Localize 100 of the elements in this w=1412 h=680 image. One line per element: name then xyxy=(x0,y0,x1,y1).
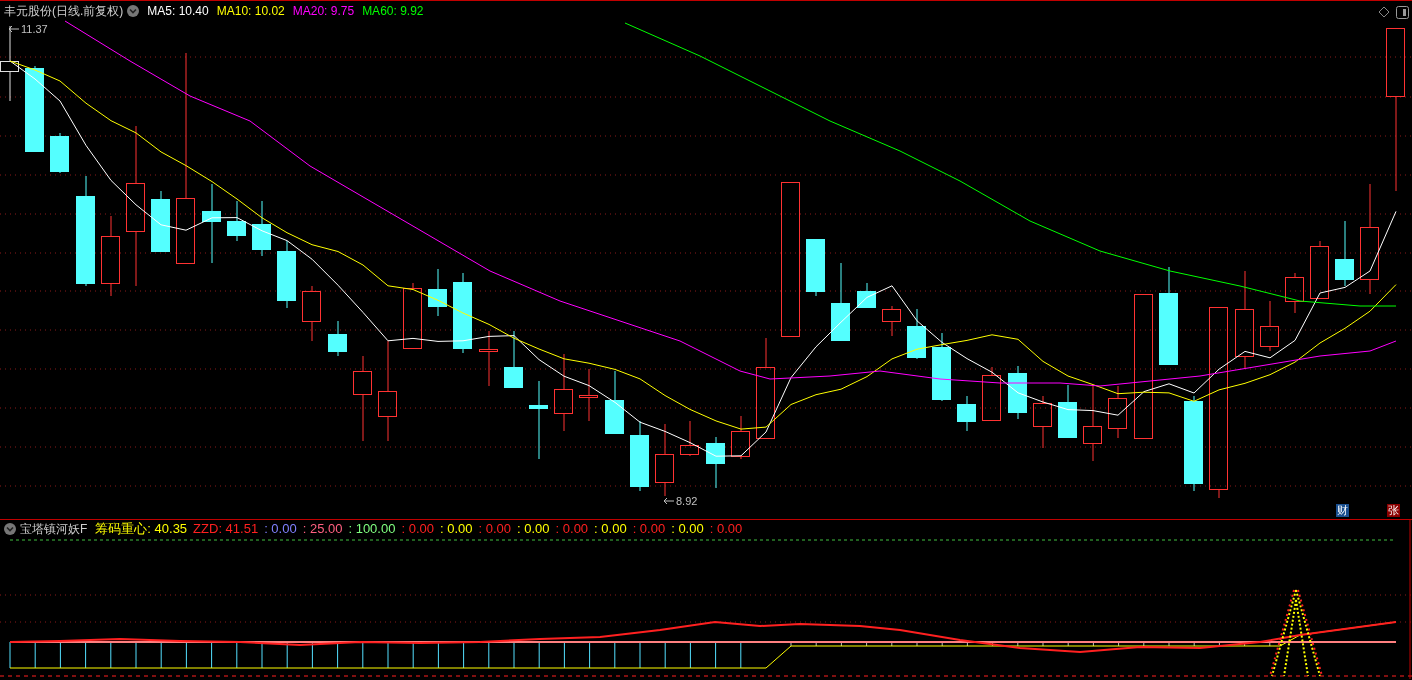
indicator-bar xyxy=(362,641,364,669)
indicator-bar xyxy=(110,641,112,669)
indicator-bar xyxy=(1017,641,1019,647)
indicator-bar xyxy=(1118,641,1120,647)
indicator-value: : 0.00 xyxy=(264,520,297,539)
moving-average-reading: MA5: 10.40 xyxy=(147,3,209,20)
indicator-bar xyxy=(437,641,439,669)
candlestick xyxy=(302,285,321,342)
indicator-bar xyxy=(1218,641,1220,647)
candlestick xyxy=(630,420,649,492)
indicator-bar xyxy=(664,641,666,669)
candlestick xyxy=(1285,272,1304,314)
arrow-icon xyxy=(663,497,675,506)
indicator-bar xyxy=(740,641,742,669)
indicator-bar xyxy=(236,641,238,669)
dropdown-icon[interactable] xyxy=(127,5,140,17)
candlestick xyxy=(1108,385,1127,439)
indicator-value: 筹码重心: 40.35 xyxy=(95,520,188,539)
indicator-bar xyxy=(866,641,868,647)
dropdown-icon[interactable] xyxy=(4,523,16,535)
candlestick xyxy=(731,415,750,460)
candlestick xyxy=(680,420,699,457)
candlestick xyxy=(806,238,825,297)
candlestick xyxy=(1033,395,1052,449)
indicator-bar xyxy=(790,641,792,647)
indicator-bar xyxy=(614,641,616,669)
indicator-value: : 25.00 xyxy=(302,520,343,539)
candlestick xyxy=(252,200,271,257)
event-badge[interactable]: 财 xyxy=(1336,504,1349,517)
candlestick xyxy=(932,332,951,402)
indicator-bar xyxy=(715,641,717,669)
indicator-bar xyxy=(589,641,591,669)
indicator-bar xyxy=(59,641,61,669)
indicator-bar xyxy=(815,641,817,647)
indicator-bar xyxy=(85,641,87,669)
candlestick xyxy=(428,268,447,317)
candlestick xyxy=(277,240,296,309)
arrow-icon xyxy=(8,25,20,34)
indicator-bar xyxy=(1092,641,1094,647)
candlestick xyxy=(882,305,901,337)
indicator-value: : 0.00 xyxy=(439,520,473,539)
indicator-bar xyxy=(1042,641,1044,647)
indicator-bar xyxy=(1143,641,1145,647)
indicator-value: : 0.00 xyxy=(632,520,666,539)
candlestick xyxy=(982,366,1001,422)
indicator-value: : 0.00 xyxy=(478,520,512,539)
indicator-bar xyxy=(891,641,893,647)
indicator-value: : 0.00 xyxy=(517,520,550,539)
indicator-bar xyxy=(513,641,515,669)
indicator-bar xyxy=(563,641,565,669)
indicator-bar xyxy=(916,641,918,647)
indicator-bar xyxy=(9,641,11,669)
candlestick xyxy=(1260,300,1279,352)
indicator-bar xyxy=(1067,641,1069,647)
indicator-value: : 0.00 xyxy=(709,520,743,539)
moving-average-reading: MA60: 9.92 xyxy=(362,3,424,20)
indicator-bar xyxy=(135,641,137,669)
candlestick xyxy=(1058,384,1077,439)
chart-title: 丰元股份(日线.前复权) xyxy=(4,3,124,20)
indicator-bar xyxy=(538,641,540,669)
indicator-bar xyxy=(1168,641,1170,647)
indicator-bar xyxy=(387,641,389,669)
event-badge[interactable]: 张 xyxy=(1387,504,1400,517)
indicator-bar xyxy=(966,641,968,647)
indicator-title: 宝塔镇河妖F xyxy=(20,521,88,538)
candlestick xyxy=(706,436,725,489)
indicator-value: : 0.00 xyxy=(594,520,627,539)
indicator-bar xyxy=(412,641,414,669)
candlestick xyxy=(857,282,876,308)
candlestick xyxy=(1008,365,1027,420)
candlestick xyxy=(957,395,976,432)
indicator-bar xyxy=(1269,641,1271,647)
panel-toggle-icon[interactable] xyxy=(1396,6,1409,19)
candlestick xyxy=(403,282,422,349)
indicator-bar xyxy=(160,641,162,669)
diamond-icon[interactable] xyxy=(1378,6,1390,18)
indicator-bar xyxy=(639,641,641,669)
price-label: 8.92 xyxy=(676,494,698,509)
indicator-value: : 0.00 xyxy=(401,520,434,539)
indicator-value: : 0.00 xyxy=(671,520,704,539)
price-label: 11.37 xyxy=(21,22,48,37)
candlestick xyxy=(579,368,598,422)
candlestick xyxy=(907,308,926,360)
indicator-bar xyxy=(1193,641,1195,647)
candlestick xyxy=(479,330,498,387)
indicator-value: : 0.00 xyxy=(555,520,589,539)
candlestick xyxy=(504,330,523,388)
indicator-bar xyxy=(34,641,36,669)
indicator-bar xyxy=(689,641,691,669)
moving-average-reading: MA10: 10.02 xyxy=(216,3,285,20)
indicator-bar xyxy=(488,641,490,669)
indicator-bar xyxy=(337,641,339,669)
indicator-bar xyxy=(185,641,187,669)
candlestick xyxy=(605,370,624,434)
indicator-value: ZZD: 41.51 xyxy=(193,520,259,539)
candlestick xyxy=(227,200,246,242)
indicator-bar xyxy=(941,641,943,647)
candlestick xyxy=(1335,220,1354,287)
indicator-bar xyxy=(211,641,213,669)
candlestick xyxy=(151,190,170,252)
